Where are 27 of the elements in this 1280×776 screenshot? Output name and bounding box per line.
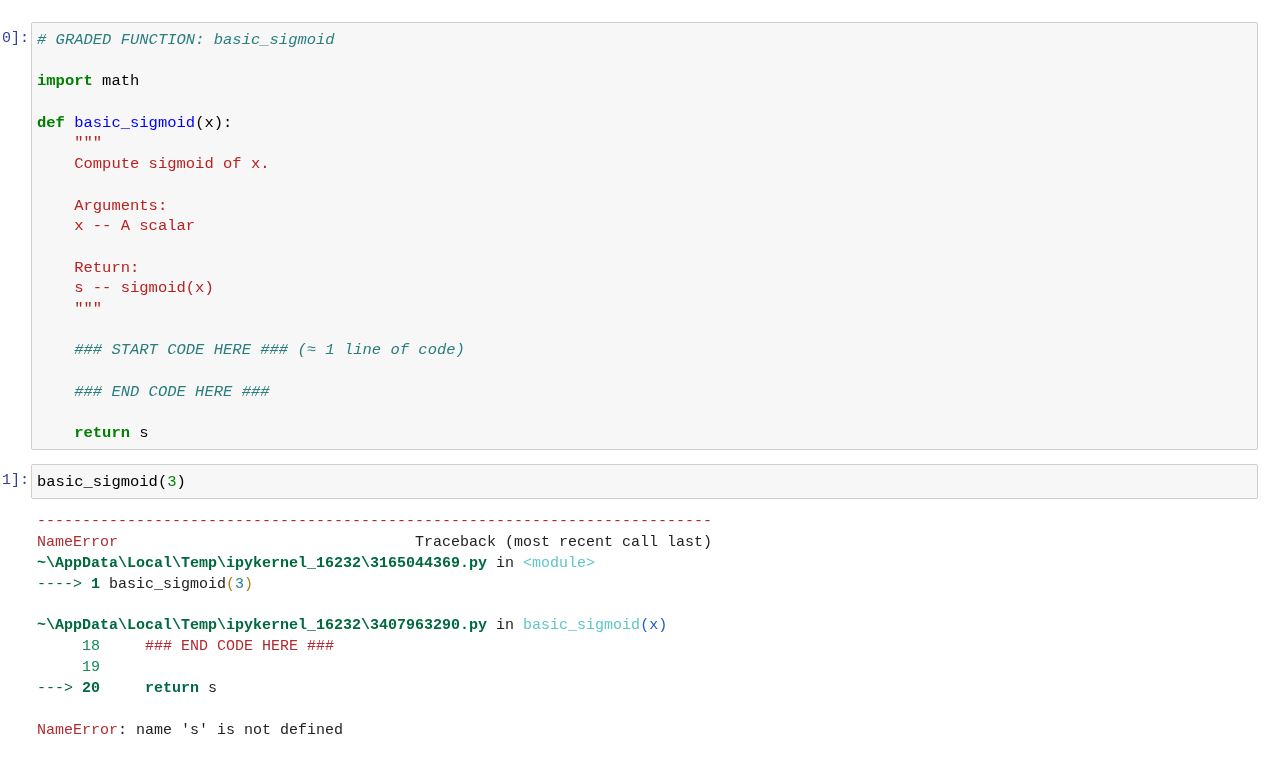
traceback-line: ~\AppData\Local\Temp\ipykernel_16232\3165044369.py in <module> (37, 553, 596, 574)
traceback-line: ---> 20 return s (37, 679, 218, 700)
traceback-line: 19 (81, 658, 100, 679)
code-line: def basic_sigmoid(x): (37, 112, 233, 134)
code-cell[interactable] (31, 22, 1258, 450)
code-line: """ (74, 299, 103, 320)
traceback-separator: --------------------------------------------------------------------------- (37, 511, 713, 532)
code-line: Return: (74, 257, 140, 279)
code-line: # GRADED FUNCTION: basic_sigmoid (37, 30, 335, 51)
code-line: ### START CODE HERE ### (≈ 1 line of code) (74, 340, 465, 362)
code-line: import math (37, 71, 140, 93)
traceback-line: NameError Traceback (most recent call last) (37, 532, 713, 553)
cell-prompt: 0]: (1, 29, 30, 47)
code-line: basic_sigmoid(3) (37, 471, 186, 493)
code-line: x -- A scalar (74, 216, 196, 237)
code-line: """ (74, 133, 103, 155)
code-cell[interactable]: basic_sigmoid(3) (31, 463, 1258, 499)
cell-prompt: 1]: (1, 470, 30, 489)
code-line: s -- sigmoid(x) (74, 278, 214, 300)
traceback-line: ~\AppData\Local\Temp\ipykernel_16232\3407963290.py in basic_sigmoid(x) (37, 616, 668, 637)
code-line: ### END CODE HERE ### (74, 381, 270, 403)
traceback-line: NameError: name 's' is not defined (37, 721, 344, 742)
code-line: Arguments: (74, 195, 168, 217)
code-line: Compute sigmoid of x. (74, 154, 270, 175)
code-line: return s (74, 423, 149, 444)
traceback-line: ----> 1 basic_sigmoid(3) (37, 574, 254, 595)
traceback-line: 18 ### END CODE HERE ### (81, 637, 335, 658)
